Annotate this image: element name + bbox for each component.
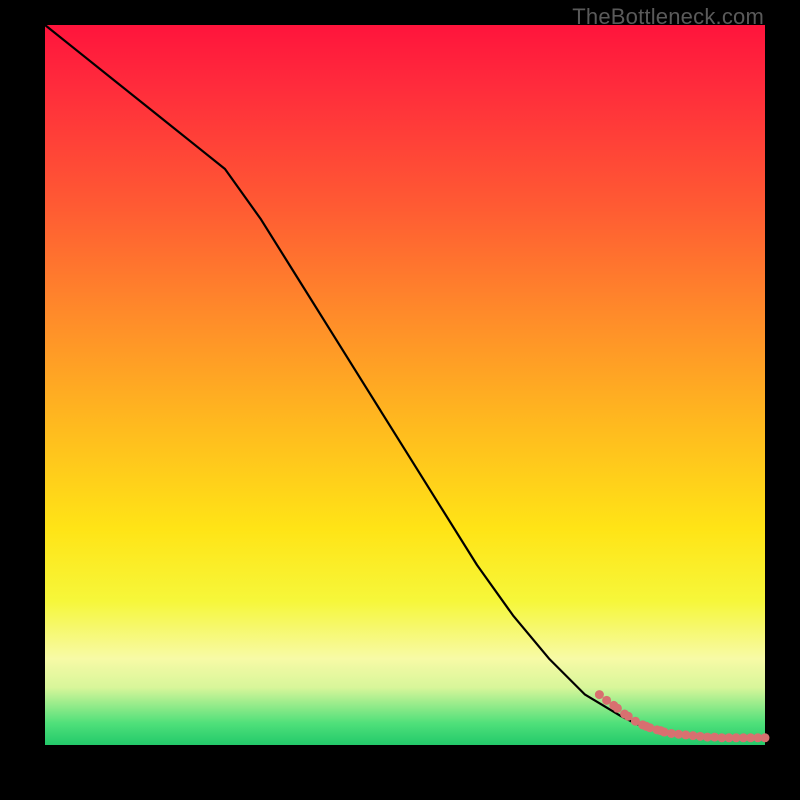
curve-series <box>45 25 765 738</box>
points-series <box>595 690 770 742</box>
curve-path <box>45 25 765 738</box>
data-point <box>613 704 622 713</box>
data-point <box>595 690 604 699</box>
chart-frame: TheBottleneck.com <box>0 0 800 800</box>
chart-overlay <box>45 25 765 745</box>
data-point <box>761 733 770 742</box>
